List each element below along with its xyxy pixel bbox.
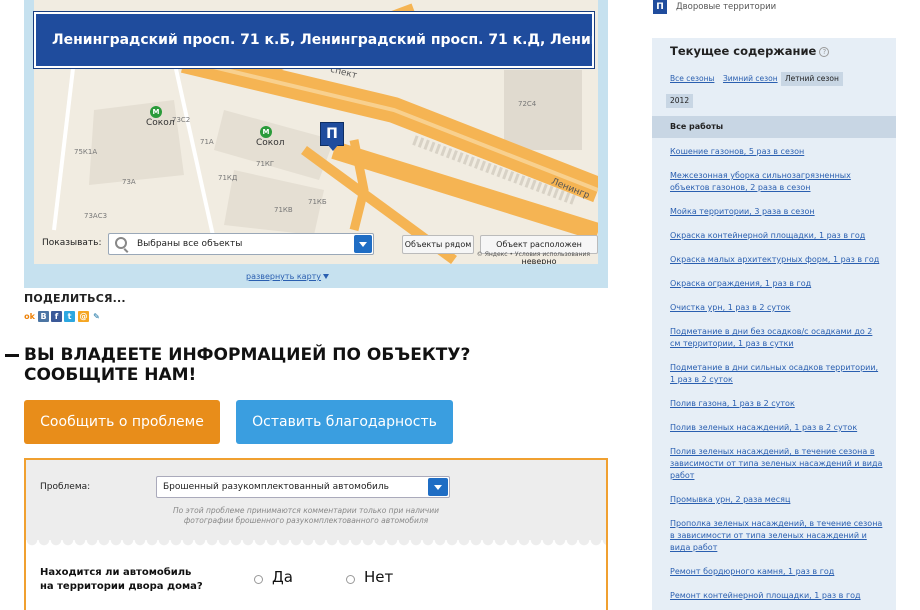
tab-winter-season[interactable]: Зимний сезон xyxy=(723,72,778,86)
no-label[interactable]: Нет xyxy=(364,568,393,586)
work-item[interactable]: Прополка зеленых насаждений, в течение с… xyxy=(670,518,884,554)
mailru-icon[interactable]: @ xyxy=(78,311,89,322)
panel-title: Текущее содержание? xyxy=(670,44,830,58)
yard-category-icon: П xyxy=(653,0,667,14)
info-heading-line2: СООБЩИТЕ НАМ! xyxy=(24,365,197,385)
map-label: 71КД xyxy=(218,174,238,182)
all-works-header[interactable]: Все работы xyxy=(652,116,896,138)
triangle-down-icon xyxy=(323,274,330,279)
category-label: Дворовые территории xyxy=(676,2,777,12)
page: 73С2 75К1А 71А 73А 73АС3 71КГ 71КД 71КВ … xyxy=(0,0,920,610)
show-label: Показывать: xyxy=(42,238,102,248)
no-radio[interactable] xyxy=(346,575,355,584)
work-item[interactable]: Кошение газонов, 5 раз в сезон xyxy=(670,146,884,158)
work-item[interactable]: Окраска контейнерной площадки, 1 раз в г… xyxy=(670,230,884,242)
work-item[interactable]: Ремонт бордюрного камня, 1 раз в год xyxy=(670,566,884,578)
object-pin-icon[interactable]: П xyxy=(320,122,344,151)
map-label: 71КГ xyxy=(256,160,275,168)
help-icon[interactable]: ? xyxy=(819,46,830,57)
question-line1: Находится ли автомобиль xyxy=(40,567,192,578)
map-label: 73А xyxy=(122,178,136,186)
metro-icon: М xyxy=(260,126,272,138)
yes-radio[interactable] xyxy=(254,575,263,584)
odnoklassniki-icon[interactable]: ok xyxy=(24,311,35,322)
work-item[interactable]: Ремонт контейнерной площадки, 1 раз в го… xyxy=(670,590,884,602)
map-controls: Показывать: Выбраны все объекты Объекты … xyxy=(34,230,598,264)
report-form: Проблема: Брошенный разукомплектованный … xyxy=(24,458,608,610)
twitter-icon[interactable]: t xyxy=(64,311,75,322)
map-label: 71КБ xyxy=(308,198,327,206)
work-item[interactable]: Окраска ограждения, 1 раз в год xyxy=(670,278,884,290)
map-label: 71КВ xyxy=(274,206,293,214)
leave-thanks-button[interactable]: Оставить благодарность xyxy=(236,400,453,444)
yes-label[interactable]: Да xyxy=(272,568,293,586)
work-item[interactable]: Мойка территории, 3 раза в сезон xyxy=(670,206,884,218)
work-item[interactable]: Очистка урн, 1 раз в 2 суток xyxy=(670,302,884,314)
work-item[interactable]: Подметание в дни без осадков/с осадками … xyxy=(670,326,884,350)
map-label: 73АС3 xyxy=(84,212,108,220)
work-item[interactable]: Полив зеленых насаждений, 1 раз в 2 суто… xyxy=(670,422,884,434)
object-filter-select[interactable]: Выбраны все объекты xyxy=(108,233,374,255)
panel-title-text: Текущее содержание xyxy=(670,44,817,58)
search-icon xyxy=(115,237,127,249)
work-item[interactable]: Полив зеленых насаждений, в течение сезо… xyxy=(670,446,884,482)
info-heading: ВЫ ВЛАДЕЕТЕ ИНФОРМАЦИЕЙ ПО ОБЪЕКТУ? СООБ… xyxy=(24,345,470,385)
report-problem-button[interactable]: Сообщить о проблеме xyxy=(24,400,220,444)
work-item[interactable]: Промывка урн, 2 раза месяц xyxy=(670,494,884,506)
form-top xyxy=(26,460,606,540)
map-frame: 73С2 75К1А 71А 73А 73АС3 71КГ 71КД 71КВ … xyxy=(24,0,608,288)
heading-dash xyxy=(5,354,19,357)
work-item[interactable]: Межсезонная уборка сильнозагрязненных об… xyxy=(670,170,884,194)
chevron-down-icon[interactable] xyxy=(354,235,372,253)
problem-label: Проблема: xyxy=(40,482,91,492)
map-label: 71А xyxy=(200,138,214,146)
chevron-down-icon[interactable] xyxy=(428,478,448,496)
question-line2: на территории двора дома? xyxy=(40,581,203,592)
year-badge[interactable]: 2012 xyxy=(666,94,694,108)
livejournal-icon[interactable]: ✎ xyxy=(91,311,102,322)
car-location-question: Находится ли автомобиль на территории дв… xyxy=(40,566,203,594)
map-label: 73С2 xyxy=(172,116,191,124)
filter-value: Выбраны все объекты xyxy=(137,239,243,249)
facebook-icon[interactable]: f xyxy=(51,311,62,322)
problem-note: По этой проблеме принимаются комментарии… xyxy=(173,506,439,525)
problem-value: Брошенный разукомплектованный автомобиль xyxy=(163,482,389,492)
map-label: 75К1А xyxy=(74,148,98,156)
address-banner: Ленинградский просп. 71 к.Б, Ленинградск… xyxy=(33,11,595,69)
vkontakte-icon[interactable]: В xyxy=(38,311,49,322)
metro-label: Сокол xyxy=(256,138,285,148)
work-item[interactable]: Полив газона, 1 раз в 2 суток xyxy=(670,398,884,410)
nearby-objects-button[interactable]: Объекты рядом xyxy=(402,235,474,254)
maintenance-panel: Текущее содержание? Все сезоны Зимний се… xyxy=(652,38,896,610)
tab-summer-season[interactable]: Летний сезон xyxy=(781,72,843,86)
works-list: Кошение газонов, 5 раз в сезон Межсезонн… xyxy=(670,146,884,610)
expand-map-link[interactable]: развернуть карту xyxy=(246,272,330,281)
metro-label: Сокол xyxy=(146,118,175,128)
expand-map-label: развернуть карту xyxy=(246,272,322,281)
map-copyright[interactable]: © Яндекс • Условия использования xyxy=(477,251,590,258)
info-heading-line1: ВЫ ВЛАДЕЕТЕ ИНФОРМАЦИЕЙ ПО ОБЪЕКТУ? xyxy=(24,345,471,365)
tab-all-seasons[interactable]: Все сезоны xyxy=(670,72,714,86)
map-label: 72С4 xyxy=(518,100,537,108)
metro-icon: М xyxy=(150,106,162,118)
problem-select[interactable]: Брошенный разукомплектованный автомобиль xyxy=(156,476,450,498)
work-item[interactable]: Подметание в дни сильных осадков террито… xyxy=(670,362,884,386)
work-item[interactable]: Окраска малых архитектурных форм, 1 раз … xyxy=(670,254,884,266)
form-divider xyxy=(26,540,606,548)
share-title: ПОДЕЛИТЬСЯ... xyxy=(24,292,126,305)
